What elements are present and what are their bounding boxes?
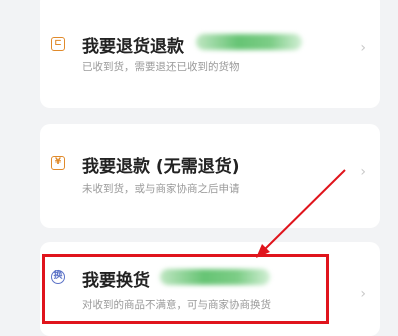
annotation-arrow bbox=[256, 169, 346, 258]
